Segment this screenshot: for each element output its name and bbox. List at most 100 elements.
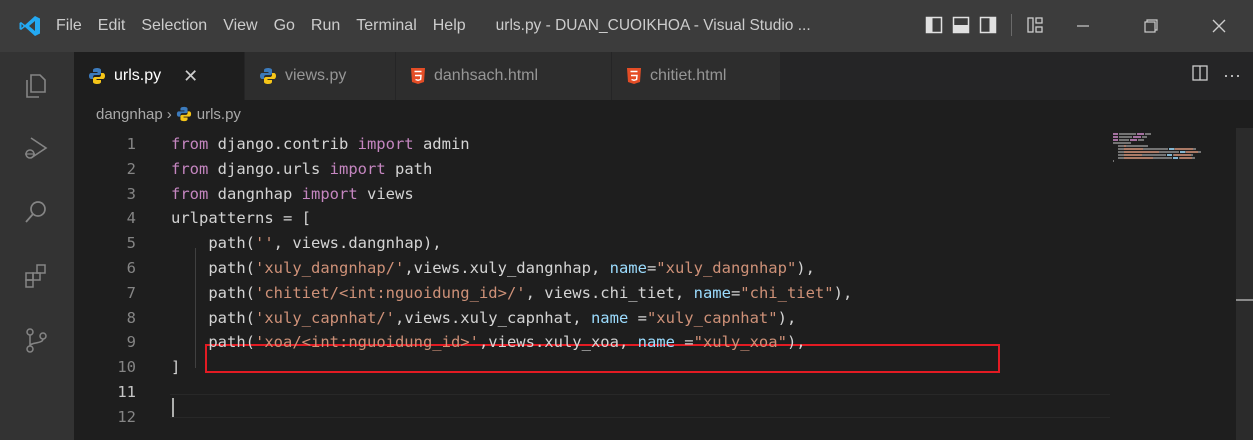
code-editor[interactable]: 1 from django.contrib import admin 2 from d… xyxy=(74,128,1253,440)
more-actions-icon[interactable]: ··· xyxy=(1223,65,1241,86)
minimap-line xyxy=(1167,154,1172,156)
code-token: path( xyxy=(171,234,255,253)
close-window-icon[interactable] xyxy=(1185,0,1253,52)
tab-label: chitiet.html xyxy=(650,67,727,84)
line-number: 1 xyxy=(126,135,136,153)
minimap-line xyxy=(1113,160,1115,162)
customize-layout-icon[interactable] xyxy=(1025,15,1045,35)
code-line[interactable]: 7 path('chitiet/<int:nguoidung_id>/', vi… xyxy=(74,281,1114,305)
code-line[interactable]: 11 xyxy=(74,380,1114,404)
code-token: ,views.xuly_xoa, xyxy=(478,333,638,352)
code-token: dangnhap xyxy=(208,184,302,203)
code-token: import xyxy=(357,135,414,153)
title-bar: File Edit Selection View Go Run Terminal… xyxy=(0,0,1253,52)
code-token: ), xyxy=(833,283,853,302)
vscode-logo-icon xyxy=(18,14,42,38)
line-number: 6 xyxy=(126,259,136,277)
tab-danhsach-html[interactable]: danhsach.html xyxy=(396,52,612,100)
code-token: name xyxy=(637,333,675,352)
menu-help[interactable]: Help xyxy=(433,17,466,35)
code-token: ,views.xuly_dangnhap, xyxy=(404,259,610,277)
code-token: django.urls xyxy=(208,159,330,178)
code-token: = xyxy=(646,259,657,277)
minimap-line xyxy=(1152,157,1172,159)
code-line[interactable]: 1 from django.contrib import admin xyxy=(74,132,1114,156)
code-token: ), xyxy=(796,259,815,277)
line-number: 8 xyxy=(126,308,136,327)
minimap-line xyxy=(1141,154,1166,156)
menu-run[interactable]: Run xyxy=(311,17,340,35)
code-line[interactable]: 4 urlpatterns = [ xyxy=(74,206,1114,230)
minimap-line xyxy=(1123,151,1159,153)
tab-urls-py[interactable]: urls.py ✕ xyxy=(74,52,245,100)
minimap-line xyxy=(1192,157,1195,159)
minimap-line xyxy=(1113,136,1118,138)
tab-label: views.py xyxy=(285,67,347,84)
code-token: path( xyxy=(171,308,255,327)
toggle-panel-icon[interactable] xyxy=(951,15,971,35)
code-line[interactable]: 10] xyxy=(74,355,1114,379)
minimap-line xyxy=(1180,157,1193,159)
minimap-line xyxy=(1113,139,1118,141)
code-line[interactable]: 9 path('xoa/<int:nguoidung_id>',views.xu… xyxy=(74,330,1114,354)
code-line[interactable]: 8 path('xuly_capnhat/',views.xuly_capnha… xyxy=(74,306,1114,330)
breadcrumb-folder[interactable]: dangnhap xyxy=(96,106,163,123)
code-line[interactable]: 2 from django.urls import path xyxy=(74,157,1114,181)
split-editor-icon[interactable] xyxy=(1191,64,1209,87)
code-token: name xyxy=(609,259,647,277)
code-token: from xyxy=(171,159,209,178)
menu-terminal[interactable]: Terminal xyxy=(356,17,416,35)
menu-edit[interactable]: Edit xyxy=(98,17,126,35)
minimap-line xyxy=(1123,157,1153,159)
breadcrumb: dangnhap › urls.py xyxy=(96,102,241,126)
code-token: = xyxy=(730,283,741,302)
code-token: , views.dangnhap), xyxy=(273,234,442,253)
code-line[interactable]: 6 path('xuly_dangnhap/',views.xuly_dangn… xyxy=(74,256,1114,280)
code-token: name xyxy=(590,308,629,327)
menu-file[interactable]: File xyxy=(56,17,82,35)
line-number: 11 xyxy=(117,383,136,401)
html-icon xyxy=(410,67,426,85)
code-token: from xyxy=(171,184,209,203)
close-tab-icon[interactable]: ✕ xyxy=(183,66,198,87)
line-number: 3 xyxy=(126,184,136,203)
html-icon xyxy=(626,67,642,85)
menu-view[interactable]: View xyxy=(223,17,257,35)
tab-label: danhsach.html xyxy=(434,67,539,84)
menu-go[interactable]: Go xyxy=(274,17,295,35)
restore-icon[interactable] xyxy=(1117,0,1185,52)
code-token: ), xyxy=(786,333,806,352)
code-line[interactable]: 5 path('', views.dangnhap), xyxy=(74,231,1114,255)
code-line[interactable]: 3 from dangnhap import views xyxy=(74,182,1114,206)
code-token: "chi_tiet" xyxy=(740,283,834,302)
toggle-primary-sidebar-icon[interactable] xyxy=(924,15,944,35)
code-line[interactable]: 12 xyxy=(74,405,1114,429)
code-text: urlpatterns = [ xyxy=(171,206,311,230)
window-controls xyxy=(1049,0,1253,52)
minimap-line xyxy=(1186,151,1199,153)
toggle-secondary-sidebar-icon[interactable] xyxy=(978,15,998,35)
python-icon xyxy=(88,67,106,85)
minimap-line xyxy=(1174,154,1191,156)
minimize-icon[interactable] xyxy=(1049,0,1117,52)
activity-bar xyxy=(0,52,74,440)
tab-chitiet-html[interactable]: chitiet.html xyxy=(612,52,781,100)
code-token: urlpatterns = [ xyxy=(171,209,311,228)
code-text: path('xuly_dangnhap/',views.xuly_dangnha… xyxy=(171,256,815,280)
code-text: path('xoa/<int:nguoidung_id>',views.xuly… xyxy=(171,330,806,354)
vertical-scrollbar[interactable] xyxy=(1236,128,1253,440)
minimap-line xyxy=(1175,148,1194,150)
search-icon[interactable] xyxy=(20,196,52,228)
extensions-icon[interactable] xyxy=(20,260,52,292)
tab-views-py[interactable]: views.py xyxy=(245,52,396,100)
breadcrumb-file[interactable]: urls.py xyxy=(197,106,241,123)
run-debug-icon[interactable] xyxy=(20,132,52,164)
source-control-icon[interactable] xyxy=(20,324,52,356)
code-token: ] xyxy=(171,358,181,377)
menu-selection[interactable]: Selection xyxy=(141,17,207,35)
minimap-line xyxy=(1123,148,1143,150)
code-token: path( xyxy=(171,259,255,277)
minimap[interactable] xyxy=(1113,128,1233,440)
code-text: from dangnhap import views xyxy=(171,182,414,206)
explorer-icon[interactable] xyxy=(20,70,52,102)
